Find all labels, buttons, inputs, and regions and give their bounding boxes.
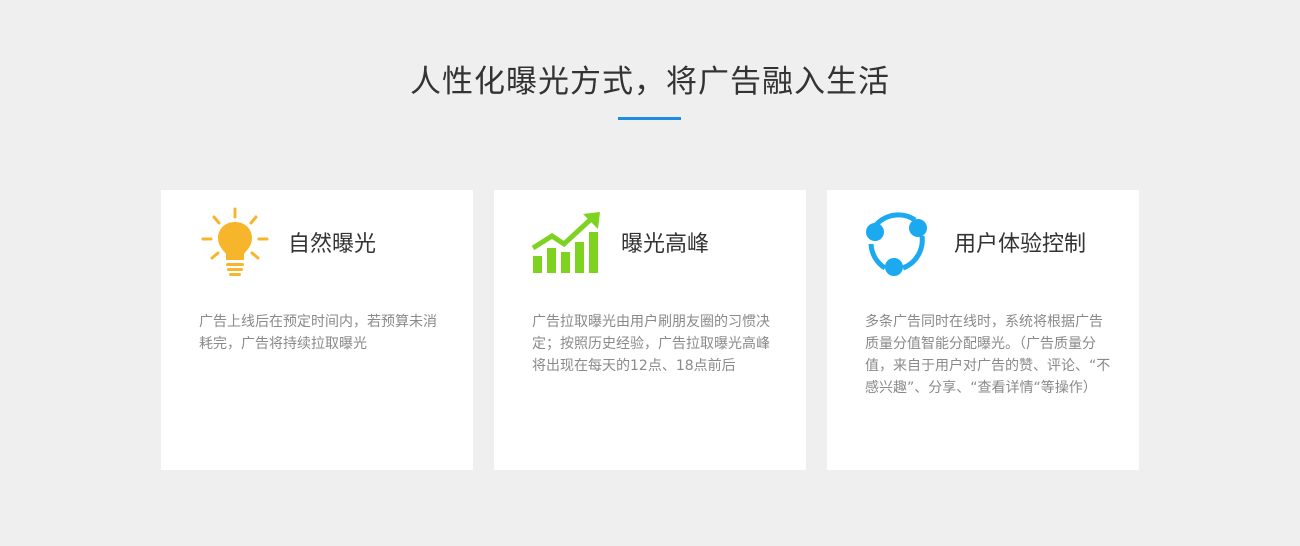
card-title: 用户体验控制 <box>954 232 1087 257</box>
feature-card-natural-exposure: 自然曝光 广告上线后在预定时间内，若预算未消耗完，广告将持续拉取曝光 <box>161 190 473 470</box>
card-title: 曝光高峰 <box>621 232 710 257</box>
lightbulb-icon <box>197 206 273 282</box>
card-title: 自然曝光 <box>288 232 377 257</box>
title-underline <box>618 117 681 120</box>
card-description: 广告上线后在预定时间内，若预算未消耗完，广告将持续拉取曝光 <box>199 314 437 352</box>
section-title: 人性化曝光方式，将广告融入生活 <box>410 64 890 100</box>
feature-card-user-experience: 用户体验控制 多条广告同时在线时，系统将根据广告质量分值智能分配曝光。（广告质量… <box>827 190 1139 470</box>
growth-chart-icon <box>530 206 606 282</box>
feature-card-exposure-peak: 曝光高峰 广告拉取曝光由用户刷朋友圈的习惯决定；按照历史经验，广告拉取曝光高峰将… <box>494 190 806 470</box>
card-description: 广告拉取曝光由用户刷朋友圈的习惯决定；按照历史经验，广告拉取曝光高峰将出现在每天… <box>532 314 770 374</box>
share-network-icon <box>863 206 939 282</box>
card-description: 多条广告同时在线时，系统将根据广告质量分值智能分配曝光。（广告质量分值，来自于用… <box>865 314 1111 396</box>
